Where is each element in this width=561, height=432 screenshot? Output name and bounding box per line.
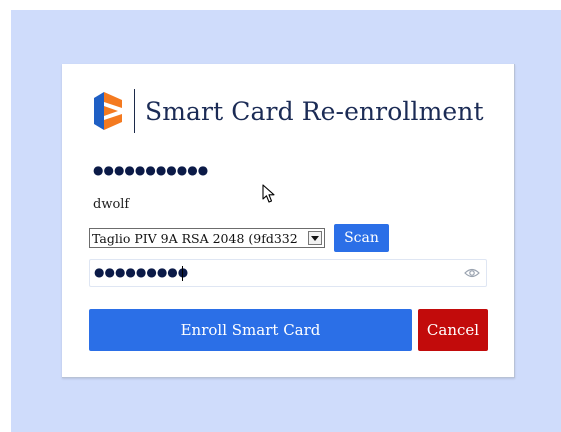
pin-input[interactable]: ●●●●●●●●● [89,259,487,287]
company-logo-icon [94,92,122,130]
cancel-button[interactable]: Cancel [418,309,488,351]
chevron-down-icon[interactable] [308,231,322,245]
eye-icon[interactable] [464,267,480,279]
smart-card-select-value: Taglio PIV 9A RSA 2048 (9fd332 [92,230,298,246]
enrollment-dialog: Smart Card Re-enrollment ●●●●●●●●●●● dwo… [62,64,515,378]
masked-user-field: ●●●●●●●●●●● [93,163,209,177]
dialog-header: Smart Card Re-enrollment [92,88,484,134]
username-label: dwolf [93,197,130,212]
mouse-cursor-icon [262,184,275,203]
smart-card-select[interactable]: Taglio PIV 9A RSA 2048 (9fd332 [89,228,325,248]
text-caret [182,266,183,281]
scan-button[interactable]: Scan [334,224,389,252]
pin-masked-value: ●●●●●●●●● [94,265,189,279]
dialog-title: Smart Card Re-enrollment [145,96,484,126]
logo-divider [134,89,135,133]
enroll-smart-card-button[interactable]: Enroll Smart Card [89,309,412,351]
